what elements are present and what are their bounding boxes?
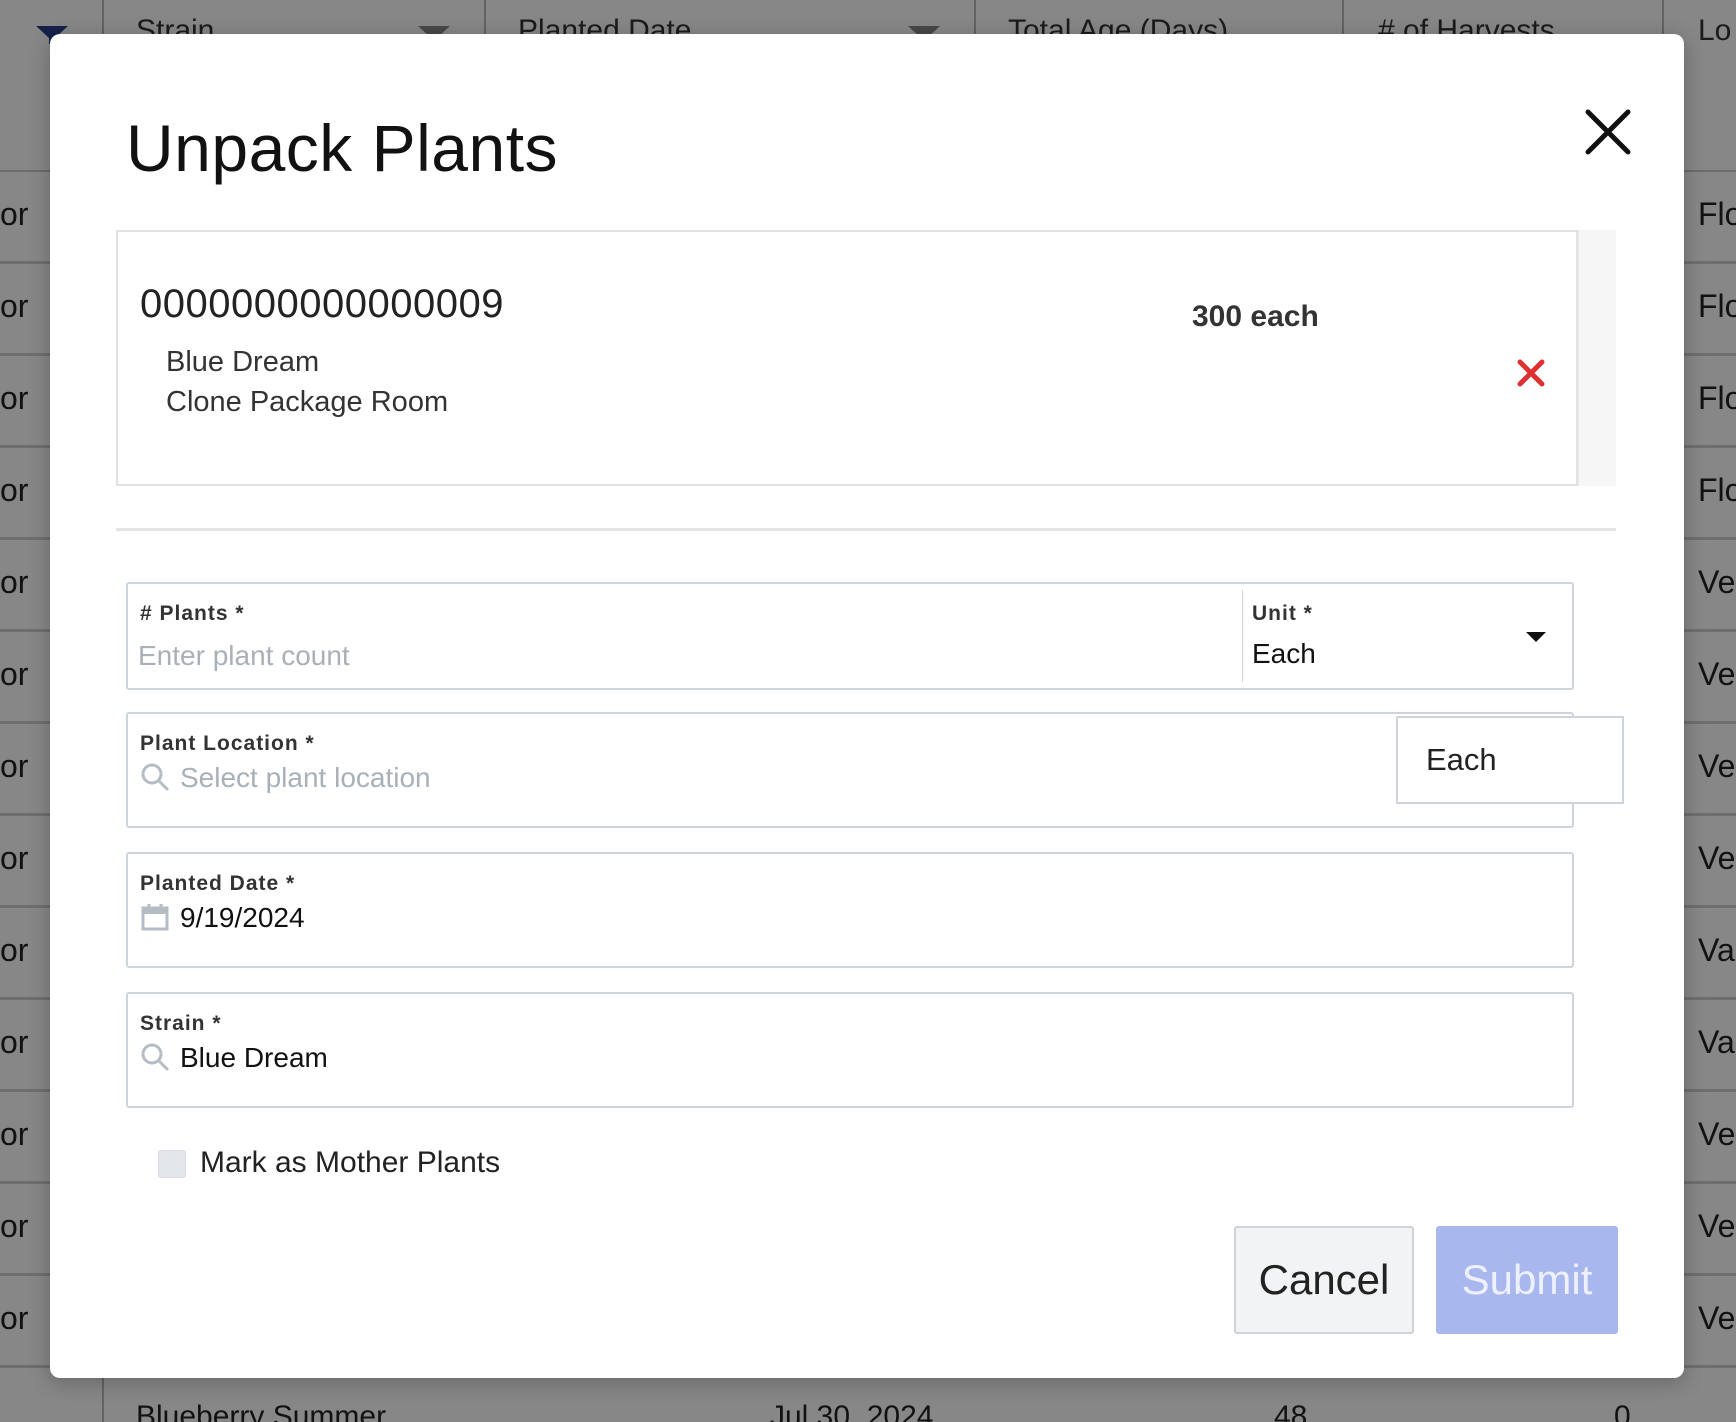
package-id: 0000000000000009 [140,282,504,326]
cancel-button[interactable]: Cancel [1234,1226,1414,1334]
unit-option-each[interactable]: Each [1426,742,1497,778]
plant-count-input[interactable] [138,640,1238,672]
strain-field[interactable]: Strain * Blue Dream [126,992,1574,1108]
search-icon [141,763,169,791]
remove-x-icon[interactable] [1514,356,1548,390]
planted-date-label: Planted Date * [140,872,296,895]
section-divider [116,528,1616,531]
search-icon [141,1043,169,1071]
unit-dropdown-menu: Each [1396,716,1624,804]
planted-date-field[interactable]: Planted Date * 9/19/2024 [126,852,1574,968]
plant-location-label: Plant Location * [140,732,315,755]
package-room: Clone Package Room [166,386,449,418]
plants-field: # Plants * Unit * Each [126,582,1574,690]
mother-plants-label[interactable]: Mark as Mother Plants [200,1146,500,1180]
unit-select[interactable]: Each [1252,638,1316,670]
package-list-scrollbar[interactable] [1578,230,1616,486]
calendar-icon [141,904,169,931]
mother-plants-checkbox[interactable] [158,1150,186,1178]
submit-button[interactable]: Submit [1436,1226,1618,1334]
plant-location-placeholder[interactable]: Select plant location [180,762,431,794]
caret-down-icon[interactable] [1524,630,1548,644]
strain-label: Strain * [140,1012,222,1035]
plants-label: # Plants * [140,602,245,625]
package-quantity: 300 each [1192,300,1319,333]
unit-divider [1242,590,1243,682]
unit-label: Unit * [1252,602,1313,625]
unpack-plants-modal: Unpack Plants 0000000000000009 Blue Drea… [50,34,1684,1378]
planted-date-value[interactable]: 9/19/2024 [180,902,305,934]
close-icon[interactable] [1580,104,1636,160]
package-card: 0000000000000009 Blue Dream Clone Packag… [116,230,1578,486]
plant-location-field[interactable]: Plant Location * Select plant location [126,712,1574,828]
strain-value[interactable]: Blue Dream [180,1042,328,1074]
modal-title: Unpack Plants [126,111,559,185]
package-strain: Blue Dream [166,346,320,378]
